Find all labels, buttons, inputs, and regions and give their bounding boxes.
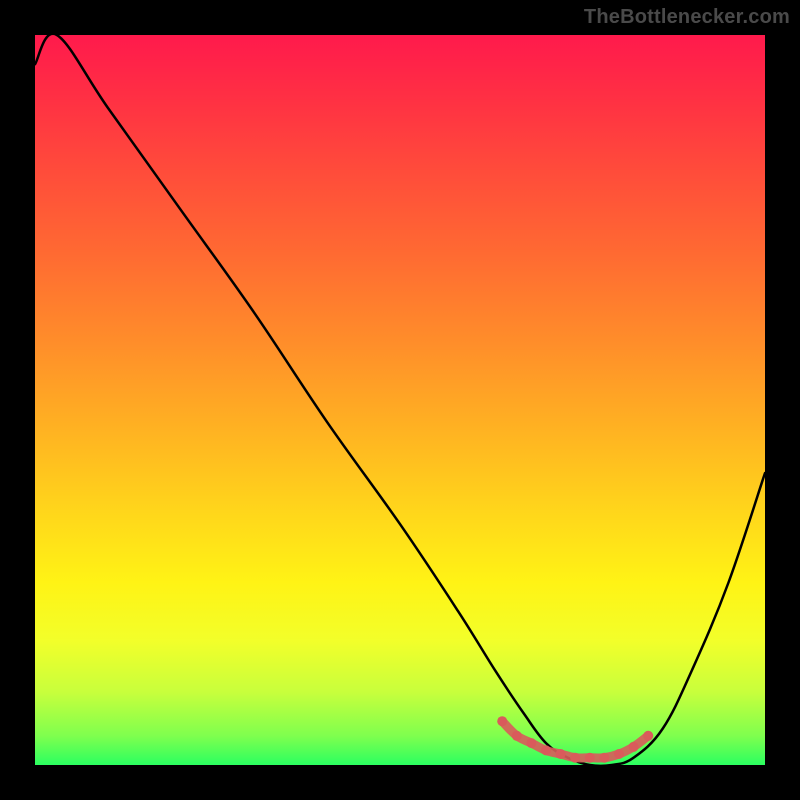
marker-dot xyxy=(614,749,624,759)
watermark-text: TheBottlenecker.com xyxy=(584,6,790,29)
marker-dot xyxy=(556,749,566,759)
bottleneck-curve xyxy=(35,35,765,765)
marker-dot xyxy=(512,731,522,741)
marker-dot xyxy=(599,753,609,763)
marker-dot xyxy=(570,753,580,763)
chart-frame: TheBottlenecker.com xyxy=(0,0,800,800)
chart-overlay xyxy=(35,35,765,765)
marker-dot xyxy=(643,731,653,741)
optimal-zone-stroke xyxy=(502,721,648,758)
marker-dot xyxy=(585,753,595,763)
plot-area xyxy=(35,35,765,765)
marker-dot xyxy=(526,738,536,748)
optimal-zone-markers xyxy=(497,716,653,763)
marker-dot xyxy=(497,716,507,726)
marker-dot xyxy=(541,745,551,755)
marker-dot xyxy=(629,742,639,752)
